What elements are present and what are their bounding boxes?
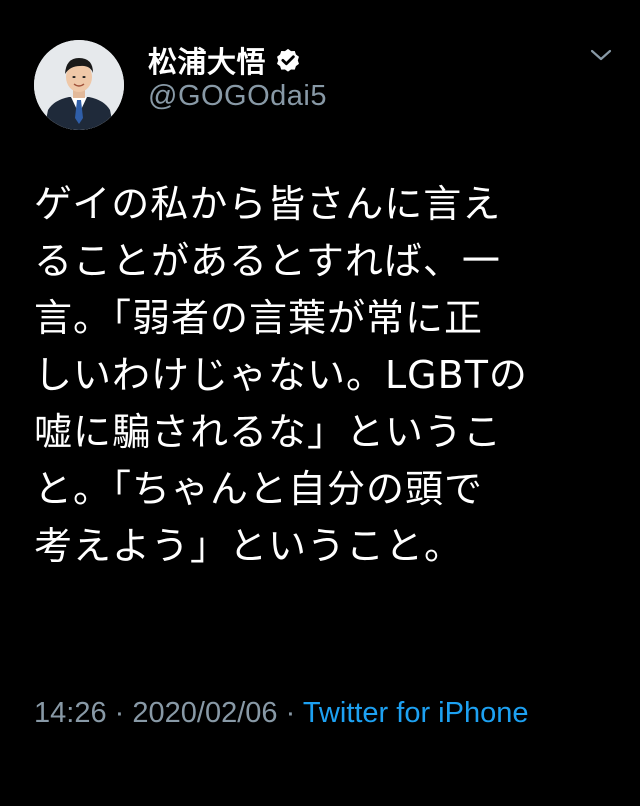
tweet-date[interactable]: 2020/02/06 [132,697,277,729]
meta-separator: · [114,697,125,729]
avatar-photo-icon [34,40,124,130]
user-handle[interactable]: @GOGOdai5 [148,80,327,113]
tweet-time[interactable]: 14:26 [34,697,107,729]
avatar[interactable] [34,40,124,130]
name-row: 松浦大悟 [148,40,302,80]
tweet-meta: 14:26 · 2020/02/06 · Twitter for iPhone [34,684,594,742]
tweet-card: 松浦大悟 @GOGOdai5 ゲイの私から皆さんに言え ることがあるとすれば、一… [0,0,640,806]
meta-separator: · [285,697,296,729]
tweet-source-link[interactable]: Twitter for iPhone [303,697,529,729]
display-name[interactable]: 松浦大悟 [148,39,266,81]
chevron-down-icon[interactable] [588,46,614,64]
verified-badge-icon [274,46,302,74]
tweet-text: ゲイの私から皆さんに言え ることがあるとすれば、一 言。「弱者の言葉が常に正 し… [34,182,528,568]
